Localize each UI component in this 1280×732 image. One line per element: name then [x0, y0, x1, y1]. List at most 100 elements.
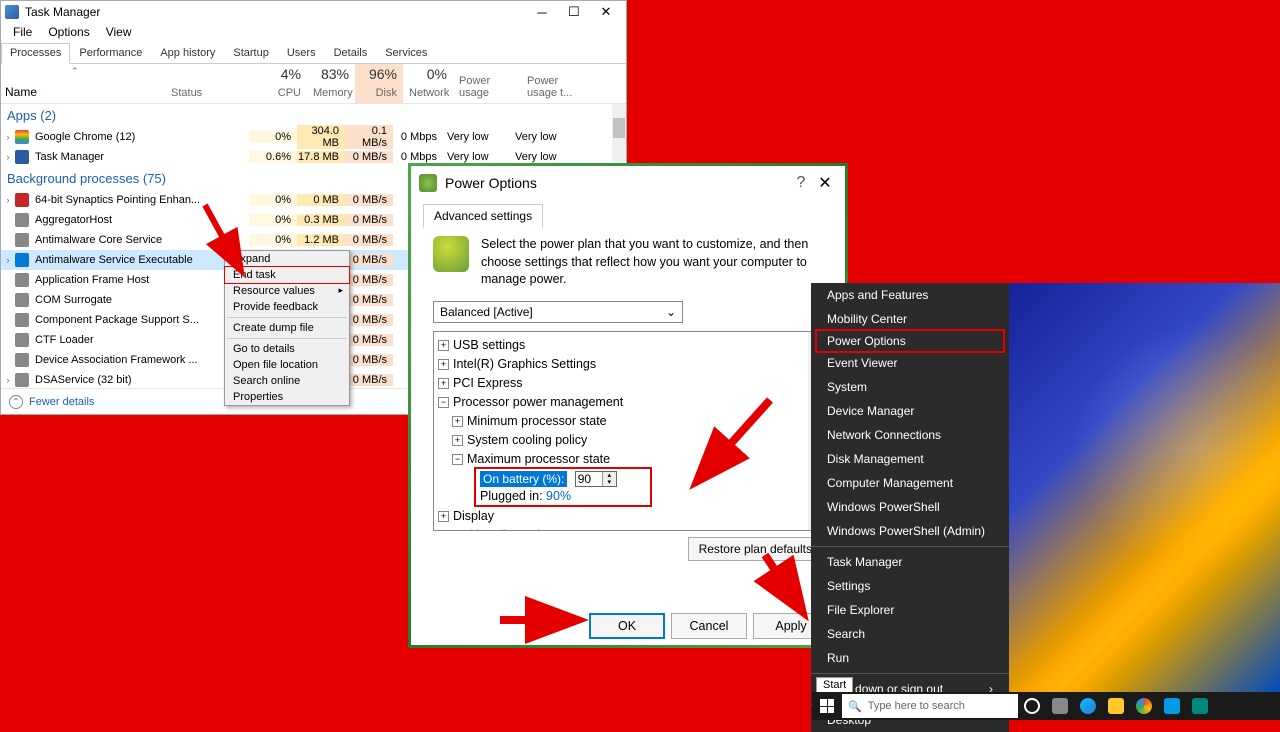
col-power-trend[interactable]: Power usage t...	[521, 64, 593, 103]
winx-powershell-admin[interactable]: Windows PowerShell (Admin)	[811, 519, 1009, 543]
ctx-search-online[interactable]: Search online	[225, 373, 349, 389]
winx-network-connections[interactable]: Network Connections	[811, 423, 1009, 447]
col-memory[interactable]: 83%Memory	[307, 64, 355, 103]
plan-dropdown[interactable]: Balanced [Active]⌄	[433, 301, 683, 323]
tree-intel[interactable]: +Intel(R) Graphics Settings	[438, 355, 818, 374]
winx-settings[interactable]: Settings	[811, 574, 1009, 598]
winx-mobility[interactable]: Mobility Center	[811, 307, 1009, 331]
ctx-properties[interactable]: Properties	[225, 389, 349, 405]
close-button[interactable]: ✕	[590, 1, 622, 23]
winx-disk-management[interactable]: Disk Management	[811, 447, 1009, 471]
col-disk[interactable]: 96%Disk	[355, 64, 403, 103]
ctx-expand[interactable]: Expand	[225, 251, 349, 267]
minimize-button[interactable]: ─	[526, 1, 558, 23]
tree-pci[interactable]: +PCI Express	[438, 374, 818, 393]
expand-icon[interactable]: ›	[1, 132, 15, 142]
tab-performance[interactable]: Performance	[70, 43, 151, 63]
app-icon	[15, 373, 29, 387]
winx-device-manager[interactable]: Device Manager	[811, 399, 1009, 423]
ctx-provide-feedback[interactable]: Provide feedback	[225, 299, 349, 315]
tab-services[interactable]: Services	[376, 43, 436, 63]
winx-search[interactable]: Search	[811, 622, 1009, 646]
help-button[interactable]: ?	[789, 174, 813, 192]
app-icon	[15, 353, 29, 367]
col-network[interactable]: 0%Network	[403, 64, 453, 103]
expand-icon[interactable]: ›	[1, 195, 15, 205]
tree-usb[interactable]: +USB settings	[438, 336, 818, 355]
col-cpu[interactable]: 4%CPU	[259, 64, 307, 103]
tree-display[interactable]: +Display	[438, 507, 818, 526]
menu-view[interactable]: View	[98, 23, 140, 43]
row-chrome[interactable]: ›Google Chrome (12)0%304.0 MB0.1 MB/s0 M…	[1, 127, 626, 147]
expand-icon[interactable]: +	[438, 378, 449, 389]
ctx-resource-values[interactable]: Resource values▸	[225, 283, 349, 299]
cancel-button[interactable]: Cancel	[671, 613, 747, 639]
start-button[interactable]	[812, 692, 842, 720]
chrome-icon	[15, 130, 29, 144]
on-battery-spinner[interactable]: ▴▾	[575, 471, 617, 487]
winx-task-manager[interactable]: Task Manager	[811, 550, 1009, 574]
spin-up-icon[interactable]: ▴	[603, 472, 616, 479]
tab-app-history[interactable]: App history	[151, 43, 224, 63]
taskbar-explorer[interactable]	[1102, 692, 1130, 720]
col-status[interactable]: Status	[167, 64, 259, 103]
taskbar-edge[interactable]	[1074, 692, 1102, 720]
taskbar-cortana[interactable]	[1018, 692, 1046, 720]
collapse-icon[interactable]: −	[452, 454, 463, 465]
scroll-thumb[interactable]	[613, 118, 625, 138]
col-power[interactable]: Power usage	[453, 64, 521, 103]
tab-processes[interactable]: Processes	[1, 43, 70, 64]
tab-advanced[interactable]: Advanced settings	[423, 204, 543, 228]
winx-apps[interactable]: Apps and Features	[811, 283, 1009, 307]
close-button[interactable]: ✕	[813, 173, 837, 193]
on-battery-input[interactable]	[576, 472, 602, 486]
taskbar-taskview[interactable]	[1046, 692, 1074, 720]
title-bar[interactable]: Task Manager ─ ☐ ✕	[1, 1, 626, 23]
expand-icon[interactable]: +	[438, 359, 449, 370]
taskbar-app[interactable]	[1158, 692, 1186, 720]
expand-icon[interactable]: ›	[1, 375, 15, 385]
ctx-go-to-details[interactable]: Go to details	[225, 341, 349, 357]
fewer-details-button[interactable]: ⌃Fewer details	[9, 395, 94, 409]
ctx-end-task[interactable]: End task	[224, 266, 350, 284]
expand-icon[interactable]: +	[452, 435, 463, 446]
spin-down-icon[interactable]: ▾	[603, 479, 616, 486]
title-bar[interactable]: Power Options ? ✕	[411, 166, 845, 200]
tree-min[interactable]: +Minimum processor state	[438, 412, 818, 431]
expand-icon[interactable]: +	[438, 530, 449, 531]
ok-button[interactable]: OK	[589, 613, 665, 639]
col-name[interactable]: ⌃Name	[1, 64, 167, 103]
restore-defaults-button[interactable]: Restore plan defaults	[688, 537, 823, 561]
separator	[227, 317, 347, 318]
settings-tree: +USB settings +Intel(R) Graphics Setting…	[433, 331, 823, 531]
winx-file-explorer[interactable]: File Explorer	[811, 598, 1009, 622]
winx-system[interactable]: System	[811, 375, 1009, 399]
taskbar-search[interactable]: 🔍Type here to search	[842, 694, 1018, 718]
tab-details[interactable]: Details	[325, 43, 377, 63]
maximize-button[interactable]: ☐	[558, 1, 590, 23]
winx-event-viewer[interactable]: Event Viewer	[811, 351, 1009, 375]
winx-run[interactable]: Run	[811, 646, 1009, 670]
collapse-icon[interactable]: −	[438, 397, 449, 408]
expand-icon[interactable]: +	[438, 340, 449, 351]
taskbar-app[interactable]	[1186, 692, 1214, 720]
winx-computer-management[interactable]: Computer Management	[811, 471, 1009, 495]
expand-icon[interactable]: ›	[1, 152, 15, 162]
expand-icon[interactable]: +	[452, 416, 463, 427]
menu-file[interactable]: File	[5, 23, 40, 43]
expand-icon[interactable]: +	[438, 511, 449, 522]
plugged-in-row[interactable]: Plugged in: 90%	[480, 489, 646, 503]
tree-cool[interactable]: +System cooling policy	[438, 431, 818, 450]
expand-icon[interactable]: ›	[1, 255, 15, 265]
ctx-create-dump[interactable]: Create dump file	[225, 320, 349, 336]
menu-options[interactable]: Options	[40, 23, 97, 43]
ctx-open-location[interactable]: Open file location	[225, 357, 349, 373]
winx-power-options[interactable]: Power Options	[815, 329, 1005, 353]
tab-startup[interactable]: Startup	[224, 43, 277, 63]
section-apps[interactable]: Apps (2)	[1, 104, 626, 127]
tab-users[interactable]: Users	[278, 43, 325, 63]
tree-multimedia[interactable]: +Multimedia settings	[438, 526, 818, 531]
winx-powershell[interactable]: Windows PowerShell	[811, 495, 1009, 519]
taskbar-chrome[interactable]	[1130, 692, 1158, 720]
tree-ppm[interactable]: −Processor power management	[438, 393, 818, 412]
